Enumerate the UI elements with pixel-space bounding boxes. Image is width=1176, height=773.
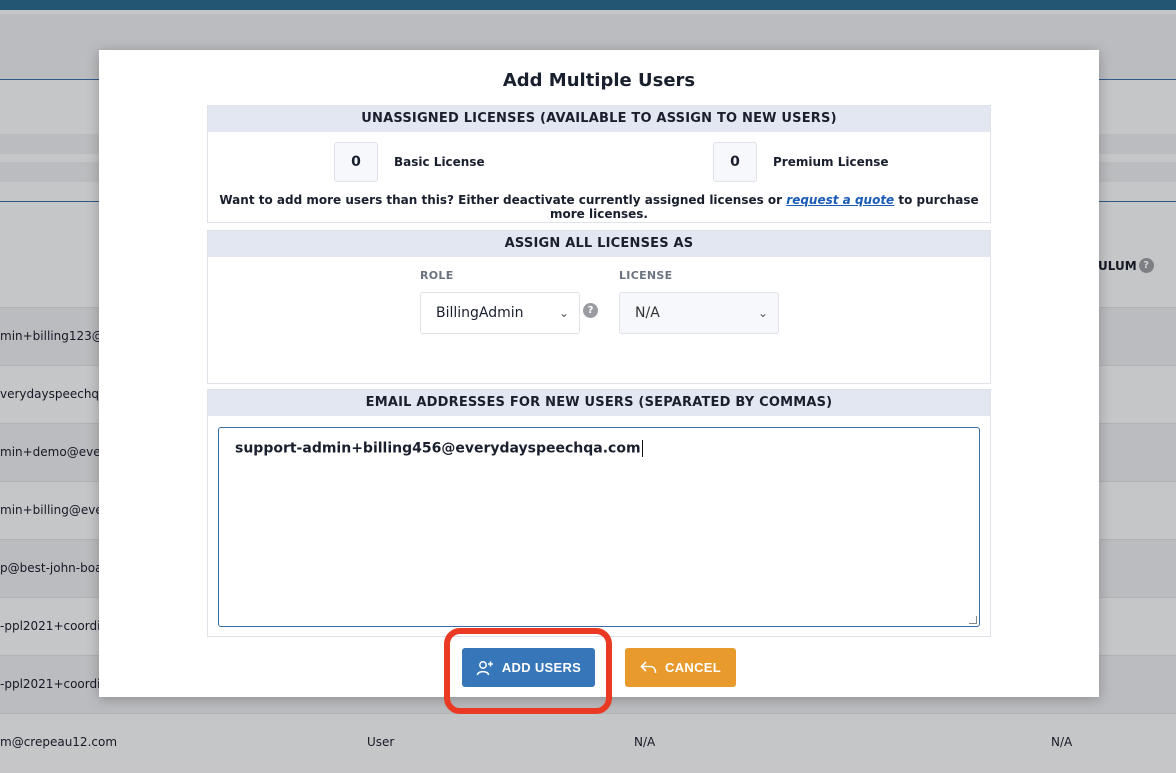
basic-license-value: 0 bbox=[334, 142, 378, 182]
premium-license-count: 0 Premium License bbox=[713, 142, 889, 182]
chevron-down-icon: ⌄ bbox=[558, 306, 569, 320]
email-addresses-input[interactable]: support-admin+billing456@everydayspeechq… bbox=[218, 427, 980, 627]
premium-license-value: 0 bbox=[713, 142, 757, 182]
premium-license-label: Premium License bbox=[773, 155, 889, 169]
highlight-annotation bbox=[444, 628, 612, 714]
license-label: LICENSE bbox=[619, 269, 673, 282]
panel-heading: UNASSIGNED LICENSES (AVAILABLE TO ASSIGN… bbox=[208, 106, 990, 132]
basic-license-label: Basic License bbox=[394, 155, 485, 169]
cancel-button[interactable]: CANCEL bbox=[625, 648, 736, 687]
role-select[interactable]: BillingAdmin ⌄ bbox=[420, 292, 580, 334]
panel-heading: EMAIL ADDRESSES FOR NEW USERS (SEPARATED… bbox=[208, 390, 990, 416]
resize-handle[interactable] bbox=[969, 616, 977, 624]
role-label: ROLE bbox=[420, 269, 454, 282]
modal-title: Add Multiple Users bbox=[502, 70, 696, 91]
undo-icon bbox=[640, 661, 657, 674]
unassigned-licenses-panel: UNASSIGNED LICENSES (AVAILABLE TO ASSIGN… bbox=[207, 105, 991, 223]
email-addresses-panel: EMAIL ADDRESSES FOR NEW USERS (SEPARATED… bbox=[207, 389, 991, 637]
chevron-down-icon: ⌄ bbox=[757, 306, 768, 320]
add-multiple-users-modal: Add Multiple Users UNASSIGNED LICENSES (… bbox=[99, 50, 1099, 697]
license-note: Want to add more users than this? Either… bbox=[219, 193, 979, 221]
license-select[interactable]: N/A ⌄ bbox=[619, 292, 779, 334]
panel-heading: ASSIGN ALL LICENSES AS bbox=[208, 231, 990, 257]
assign-licenses-panel: ASSIGN ALL LICENSES AS ROLE BillingAdmin… bbox=[207, 230, 991, 384]
text-caret bbox=[641, 440, 643, 457]
basic-license-count: 0 Basic License bbox=[334, 142, 485, 182]
role-help-icon[interactable]: ? bbox=[583, 303, 598, 318]
request-quote-link[interactable]: request a quote bbox=[786, 193, 894, 207]
